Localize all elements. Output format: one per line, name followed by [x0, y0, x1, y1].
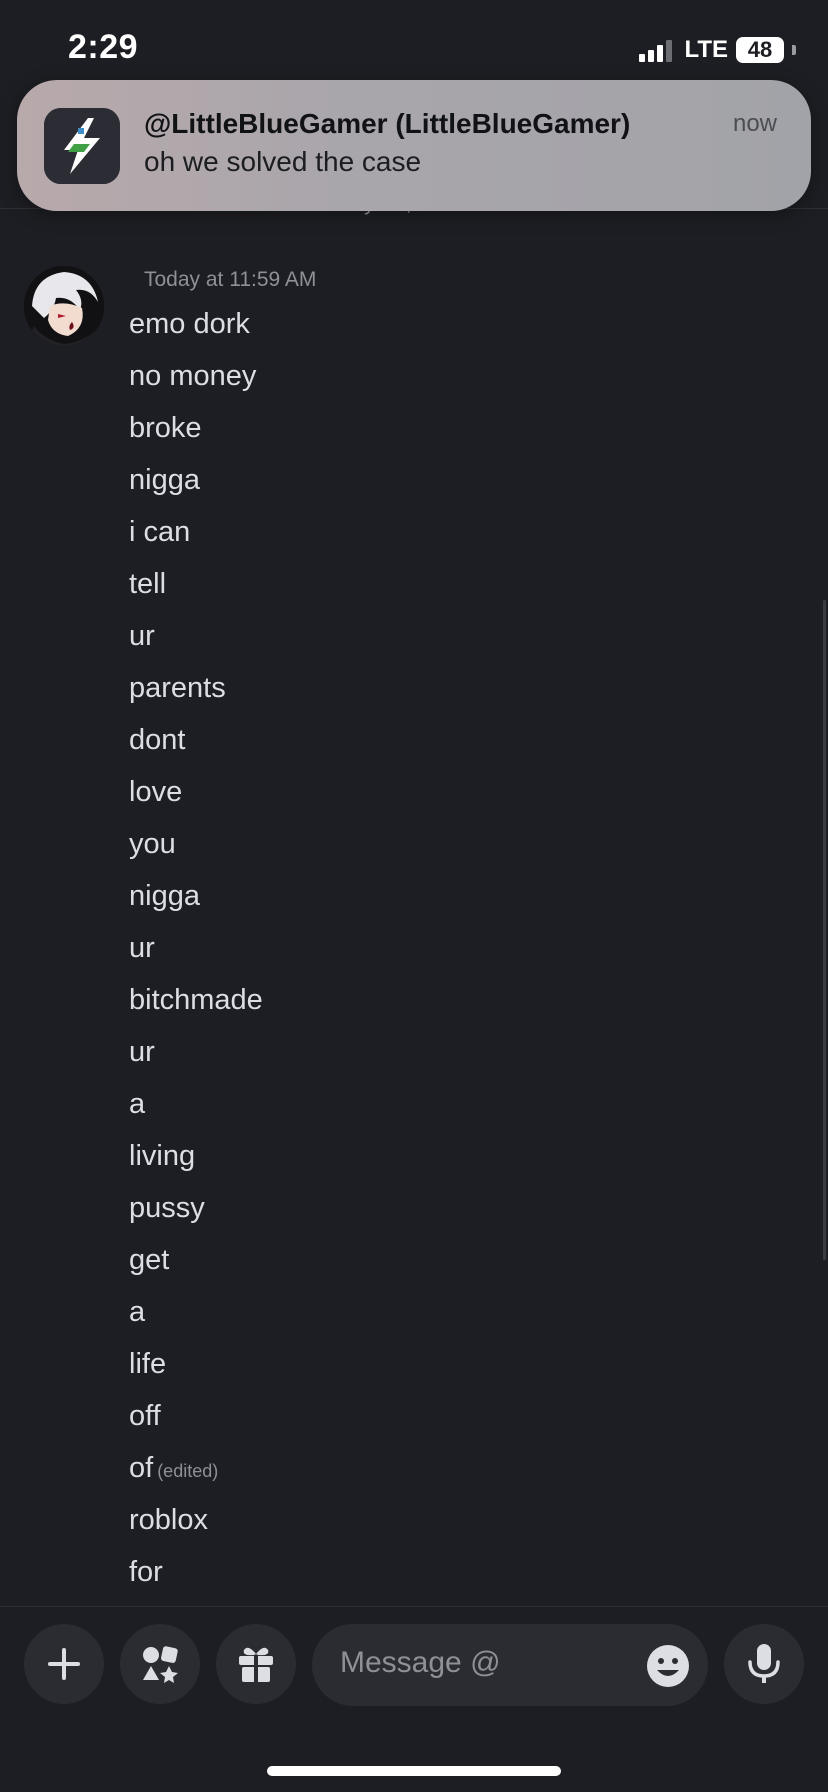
- battery-level: 48: [747, 37, 773, 62]
- gift-icon: [239, 1647, 273, 1682]
- message-line[interactable]: dont: [129, 714, 263, 766]
- message-line-text: broke: [129, 412, 202, 444]
- message-line-text: parents: [129, 672, 226, 704]
- message-line-text: bitchmade: [129, 984, 263, 1016]
- message-line-text: nigga: [129, 880, 200, 912]
- message-line[interactable]: you: [129, 818, 263, 870]
- message-line[interactable]: off: [129, 1390, 263, 1442]
- message-line[interactable]: i can: [129, 506, 263, 558]
- message-line-text: ur: [129, 1036, 155, 1068]
- message-line[interactable]: get: [129, 1234, 263, 1286]
- message-placeholder: Message @: [340, 1646, 501, 1679]
- status-time: 2:29: [68, 28, 139, 66]
- message-line-text: life: [129, 1348, 167, 1380]
- message-line-text: of: [129, 1452, 154, 1484]
- voice-message-button[interactable]: [724, 1624, 804, 1704]
- notification-body: oh we solved the case: [144, 146, 422, 177]
- message-line-text: roblox: [129, 1504, 208, 1536]
- cellular-signal-icon: [639, 38, 673, 62]
- message-line-text: pussy: [129, 1192, 205, 1224]
- apps-button[interactable]: [120, 1624, 200, 1704]
- message-line[interactable]: love: [129, 766, 263, 818]
- message-line-text: dont: [129, 724, 186, 756]
- battery-icon: 48: [736, 37, 784, 63]
- apps-icon: [143, 1646, 178, 1683]
- gift-button[interactable]: [216, 1624, 296, 1704]
- scrollbar[interactable]: [823, 600, 826, 1260]
- message-line[interactable]: broke: [129, 402, 263, 454]
- avatar[interactable]: [24, 266, 104, 346]
- message-line-text: tell: [129, 568, 167, 600]
- network-type: LTE: [684, 36, 728, 63]
- message-line-text: no money: [129, 360, 257, 392]
- message-line[interactable]: of (edited): [129, 1442, 263, 1494]
- message-line-text: love: [129, 776, 183, 808]
- message-line-text: off: [129, 1400, 161, 1432]
- message-line-text: emo dork: [129, 308, 250, 340]
- notification-banner[interactable]: @LittleBlueGamer (LittleBlueGamer) oh we…: [17, 80, 811, 211]
- notification-time: now: [732, 110, 777, 137]
- battery-nub: [792, 45, 796, 55]
- notification-title: @LittleBlueGamer (LittleBlueGamer): [144, 108, 631, 139]
- message-line[interactable]: ur: [129, 922, 263, 974]
- message-line[interactable]: emo dork: [129, 298, 263, 350]
- message-line[interactable]: ur: [129, 610, 263, 662]
- message-line[interactable]: roblox: [129, 1494, 263, 1546]
- message-line-text: ur: [129, 932, 155, 964]
- message-line-text: nigga: [129, 464, 200, 496]
- message-input[interactable]: Message @: [312, 1624, 708, 1706]
- message-line[interactable]: tell: [129, 558, 263, 610]
- message-line-text: i can: [129, 516, 191, 548]
- add-attachment-button[interactable]: [24, 1624, 104, 1704]
- message-line-text: you: [129, 828, 176, 860]
- microphone-icon: [748, 1644, 780, 1683]
- message-line-text: living: [129, 1140, 196, 1172]
- message-line[interactable]: life: [129, 1338, 263, 1390]
- message-line[interactable]: pussy: [129, 1182, 263, 1234]
- message-timestamp: Today at 11:59 AM: [144, 268, 317, 291]
- message-line-text: get: [129, 1244, 170, 1276]
- message-line[interactable]: ur: [129, 1026, 263, 1078]
- message-line[interactable]: a: [129, 1078, 263, 1130]
- message-line[interactable]: parents: [129, 662, 263, 714]
- message-list: emo dork no money broke nigga i can tell ur par…: [129, 298, 263, 1598]
- plus-icon: [48, 1648, 80, 1680]
- message-line-text: ur: [129, 620, 155, 652]
- discord-lightning-icon: [44, 108, 120, 184]
- message-line[interactable]: bitchmade: [129, 974, 263, 1026]
- message-line[interactable]: nigga: [129, 454, 263, 506]
- message-line-text: for: [129, 1556, 163, 1588]
- edited-label: (edited): [157, 1461, 219, 1481]
- home-indicator[interactable]: [267, 1766, 561, 1776]
- message-line[interactable]: nigga: [129, 870, 263, 922]
- emoji-icon[interactable]: [646, 1644, 690, 1688]
- message-line-text: a: [129, 1296, 146, 1328]
- chat-screen: 2:29 LTE 48 July 24, 2024: [0, 0, 828, 1792]
- status-indicators: LTE 48: [639, 36, 796, 64]
- message-line-text: a: [129, 1088, 146, 1120]
- message-line[interactable]: no money: [129, 350, 263, 402]
- message-line[interactable]: a: [129, 1286, 263, 1338]
- message-line[interactable]: for: [129, 1546, 263, 1598]
- message-line[interactable]: living: [129, 1130, 263, 1182]
